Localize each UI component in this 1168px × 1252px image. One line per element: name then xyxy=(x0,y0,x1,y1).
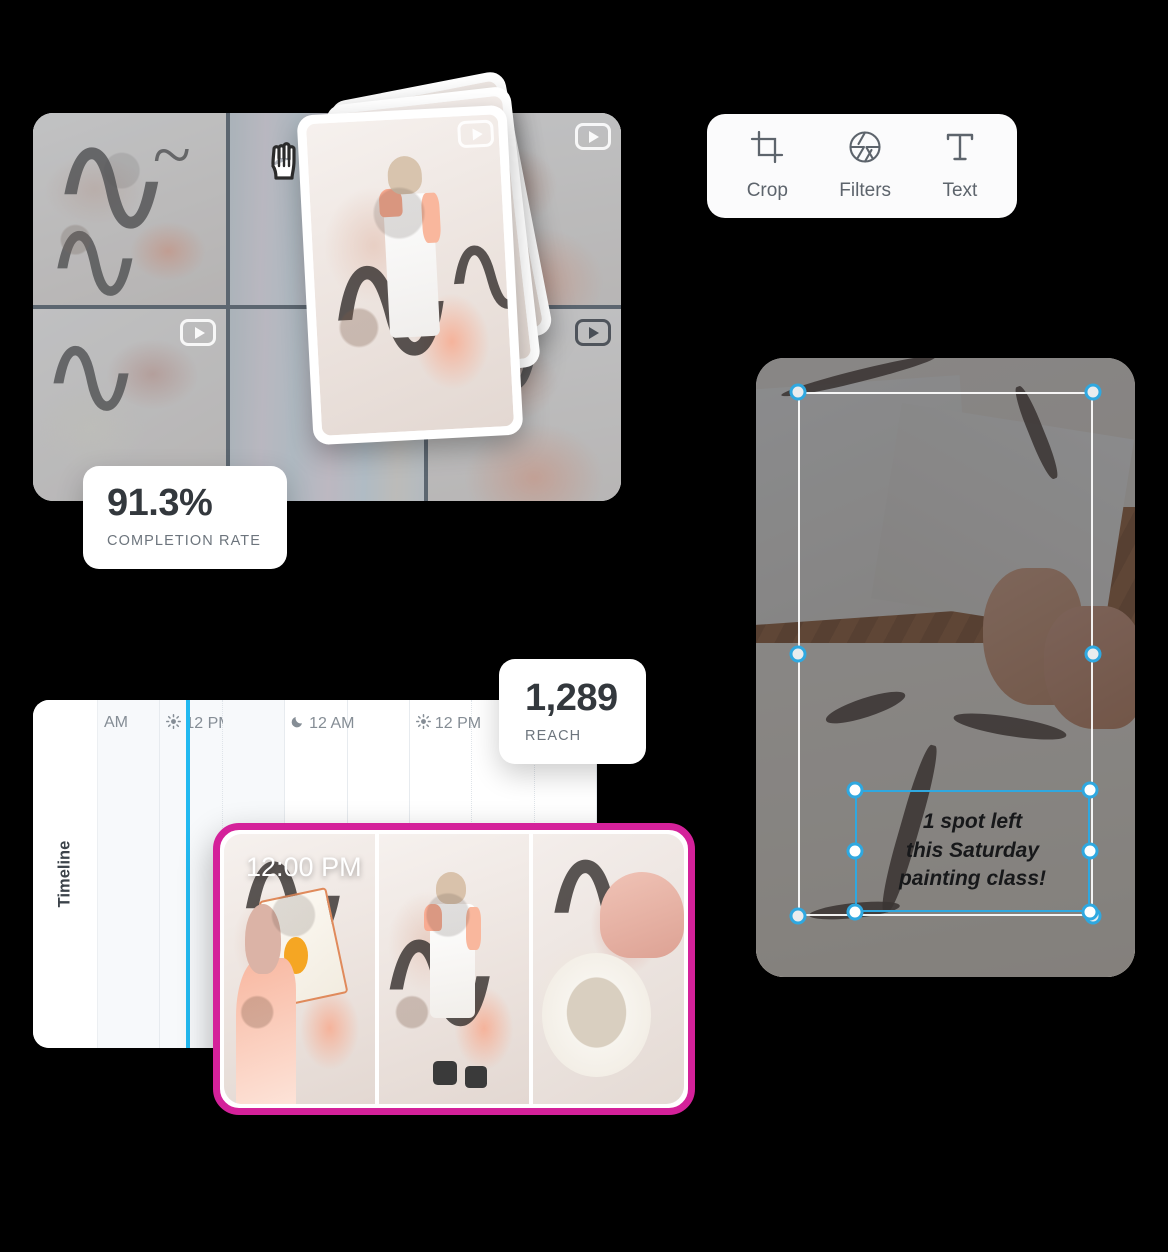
play-icon[interactable] xyxy=(180,319,217,346)
reach-value: 1,289 xyxy=(525,677,618,719)
story-text-line-1: 1 spot left xyxy=(922,809,1023,833)
reach-card: 1,289 REACH xyxy=(499,659,646,764)
sun-icon xyxy=(166,714,182,734)
text-handle-middle-left[interactable] xyxy=(846,842,864,860)
aperture-icon xyxy=(848,130,882,169)
timeline-tick-3: 12 AM xyxy=(291,714,354,733)
canvas: ∿ ∿ ~ ∿ ∿ ∿ 91.3% COMPLETION RATE 1,289 … xyxy=(0,0,1168,1252)
text-handle-middle-right[interactable] xyxy=(1081,842,1099,860)
moon-icon xyxy=(291,714,305,733)
play-icon[interactable] xyxy=(574,319,611,346)
crop-icon xyxy=(750,130,784,169)
text-button[interactable]: Text xyxy=(942,130,977,202)
text-handle-bottom-right[interactable] xyxy=(1081,903,1099,921)
timeline-playhead[interactable] xyxy=(186,700,190,1048)
clip-pane-3[interactable]: ∿ xyxy=(533,834,684,1104)
clip-time-label: 12:00 PM xyxy=(246,852,362,882)
timeline-title: Timeline xyxy=(55,840,74,908)
text-handle-bottom-left[interactable] xyxy=(846,903,864,921)
timeline-label-column: Timeline xyxy=(33,700,98,1048)
completion-rate-card: 91.3% COMPLETION RATE xyxy=(83,466,287,569)
photo-model-full: ∿ ∿ xyxy=(305,114,515,436)
timeline-tick-1: AM xyxy=(104,714,128,732)
story-text-overlay[interactable]: 1 spot left this Saturday painting class… xyxy=(846,781,1099,921)
drag-card-1[interactable]: ∿ ∿ xyxy=(296,104,524,446)
crop-handle-middle-right[interactable] xyxy=(1084,645,1102,663)
filters-label: Filters xyxy=(839,180,892,201)
crop-handle-top-left[interactable] xyxy=(789,383,807,401)
completion-rate-label: COMPLETION RATE xyxy=(107,533,261,549)
text-icon xyxy=(943,130,977,169)
timeline-selected-clip[interactable]: ∿ ∿ ∿ 12:00 PM xyxy=(213,823,695,1115)
timeline-column-1[interactable]: AM xyxy=(98,700,161,1048)
text-label: Text xyxy=(942,180,978,201)
crop-button[interactable]: Crop xyxy=(747,130,788,202)
tile-overlay xyxy=(33,113,227,305)
editor-toolbar: Crop Filters Text xyxy=(707,114,1017,218)
crop-handle-bottom-left[interactable] xyxy=(789,907,807,925)
photo-hat-clip: ∿ xyxy=(533,834,684,1104)
story-text-line-3: painting class! xyxy=(898,867,1047,891)
text-handle-top-right[interactable] xyxy=(1081,781,1099,799)
play-icon[interactable] xyxy=(574,123,611,150)
play-icon[interactable] xyxy=(457,119,495,149)
completion-rate-value: 91.3% xyxy=(107,482,213,524)
reach-label: REACH xyxy=(525,728,582,744)
sun-icon xyxy=(415,714,431,734)
grid-tile-1[interactable]: ∿ ∿ ~ xyxy=(33,113,227,305)
crop-handle-middle-left[interactable] xyxy=(789,645,807,663)
text-handle-top-left[interactable] xyxy=(846,781,864,799)
drag-card-1-thumb: ∿ ∿ xyxy=(305,114,515,436)
clip-pane-2[interactable]: ∿ xyxy=(378,834,530,1104)
filters-button[interactable]: Filters xyxy=(839,130,891,202)
photo-model-clip: ∿ xyxy=(378,834,530,1104)
grab-hand-cursor-icon xyxy=(266,140,310,188)
story-text-content[interactable]: 1 spot left this Saturday painting class… xyxy=(855,790,1090,912)
crop-handle-top-right[interactable] xyxy=(1084,383,1102,401)
crop-label: Crop xyxy=(746,180,788,201)
timeline-tick-1-label: AM xyxy=(104,714,128,731)
story-text-line-2: this Saturday xyxy=(905,838,1040,862)
